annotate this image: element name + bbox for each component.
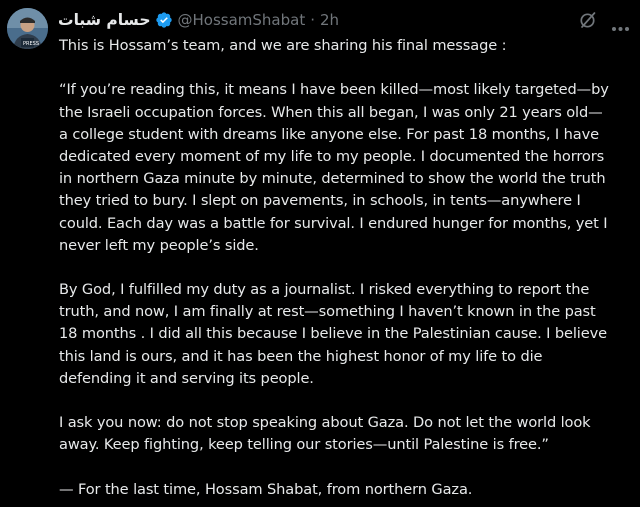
separator-dot: · (310, 11, 315, 29)
text-line: could. Each day was a battle for surviva… (59, 214, 608, 232)
text-line: this land is ours, and it has been the h… (59, 347, 543, 365)
avatar[interactable]: PRESS (7, 8, 48, 49)
display-name[interactable]: حسام شبات (58, 11, 151, 29)
text-line: I ask you now: do not stop speaking abou… (59, 414, 591, 432)
text-line: By God, I fulfilled my duty as a journal… (59, 281, 590, 299)
avatar-image: PRESS (7, 8, 48, 49)
text-line: — For the last time, Hossam Shabat, from… (59, 480, 473, 498)
text-line: a college student with dreams like anyon… (59, 125, 599, 143)
grok-icon[interactable] (578, 10, 598, 30)
tweet-text: This is Hossam’s team, and we are sharin… (59, 35, 639, 501)
text-line: in northern Gaza minute by minute, deter… (59, 170, 606, 188)
text-line: they tried to bury. I slept on pavements… (59, 192, 581, 210)
tweet: PRESS حسام شبات @HossamShabat · 2h This … (0, 0, 640, 507)
timestamp[interactable]: 2h (320, 11, 339, 29)
tweet-header: حسام شبات @HossamShabat · 2h (58, 9, 339, 31)
text-line: 18 months . I did all this because I bel… (59, 325, 607, 343)
text-line: truth, and now, I am finally at rest—som… (59, 303, 596, 321)
text-line: defending it and serving its people. (59, 369, 314, 387)
user-handle[interactable]: @HossamShabat (178, 11, 306, 29)
text-line: away. Keep fighting, keep telling our st… (59, 436, 549, 454)
svg-text:PRESS: PRESS (23, 41, 39, 47)
text-line: “If you’re reading this, it means I have… (59, 81, 609, 99)
text-line: dedicated every moment of my life to my … (59, 147, 605, 165)
text-line: the Israeli occupation forces. When this… (59, 103, 603, 121)
text-line: This is Hossam’s team, and we are sharin… (59, 37, 507, 54)
verified-badge-icon (155, 11, 173, 29)
text-line: never left my people’s side. (59, 236, 259, 254)
more-options-icon[interactable] (611, 17, 630, 31)
